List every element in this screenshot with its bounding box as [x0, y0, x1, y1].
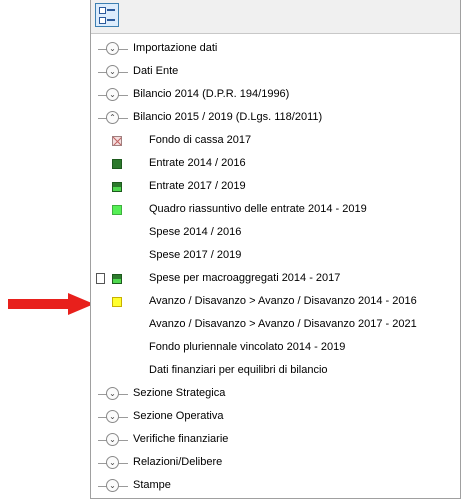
- dark-green-square-icon: [112, 159, 122, 169]
- chevron-down-icon[interactable]: ⌄: [98, 387, 128, 401]
- tree-item-avanzo-2014-2016[interactable]: Avanzo / Disavanzo > Avanzo / Disavanzo …: [91, 291, 460, 314]
- tree-section-verifiche-finanziarie[interactable]: ⌄ Verifiche finanziarie: [91, 429, 460, 452]
- item-label: Dati finanziari per equilibri di bilanci…: [149, 364, 328, 376]
- tree-item-fondo-pluriennale[interactable]: Fondo pluriennale vincolato 2014 - 2019: [91, 337, 460, 360]
- list-view-icon[interactable]: [95, 3, 119, 27]
- document-icon: [96, 273, 105, 284]
- item-label: Avanzo / Disavanzo > Avanzo / Disavanzo …: [149, 295, 417, 307]
- tree-section-stampe[interactable]: ⌄ Stampe: [91, 475, 460, 498]
- section-label: Bilancio 2014 (D.P.R. 194/1996): [133, 88, 290, 100]
- tree-item-entrate-2014-2016[interactable]: Entrate 2014 / 2016: [91, 153, 460, 176]
- tree-item-dati-finanziari[interactable]: Dati finanziari per equilibri di bilanci…: [91, 360, 460, 383]
- chevron-up-icon[interactable]: ⌃: [98, 111, 128, 125]
- tree-item-spese-2014-2016[interactable]: Spese 2014 / 2016: [91, 222, 460, 245]
- navigation-panel: ⌄ Importazione dati ⌄ Dati Ente ⌄ Bilanc…: [90, 0, 461, 499]
- tree-section-bilancio-2015[interactable]: ⌃ Bilancio 2015 / 2019 (D.Lgs. 118/2011): [91, 107, 460, 130]
- item-label: Entrate 2017 / 2019: [149, 180, 246, 192]
- section-label: Importazione dati: [133, 42, 218, 54]
- section-label: Stampe: [133, 479, 171, 491]
- chevron-down-icon[interactable]: ⌄: [98, 479, 128, 493]
- tree-section-dati-ente[interactable]: ⌄ Dati Ente: [91, 61, 460, 84]
- section-label: Sezione Operativa: [133, 410, 224, 422]
- chevron-down-icon[interactable]: ⌄: [98, 42, 128, 56]
- section-label: Dati Ente: [133, 65, 179, 77]
- half-green-square-icon: [112, 274, 122, 284]
- tree-section-bilancio-2014[interactable]: ⌄ Bilancio 2014 (D.P.R. 194/1996): [91, 84, 460, 107]
- tree-section-sezione-strategica[interactable]: ⌄ Sezione Strategica: [91, 383, 460, 406]
- half-green-square-icon: [112, 182, 122, 192]
- item-label: Fondo pluriennale vincolato 2014 - 2019: [149, 341, 346, 353]
- tree-item-quadro-riassuntivo[interactable]: Quadro riassuntivo delle entrate 2014 - …: [91, 199, 460, 222]
- toolbar: [91, 0, 460, 34]
- tree-item-avanzo-2017-2021[interactable]: Avanzo / Disavanzo > Avanzo / Disavanzo …: [91, 314, 460, 337]
- red-arrow-pointer: [8, 293, 94, 315]
- section-label: Verifiche finanziarie: [133, 433, 229, 445]
- section-label: Bilancio 2015 / 2019 (D.Lgs. 118/2011): [133, 111, 323, 123]
- chevron-down-icon[interactable]: ⌄: [98, 88, 128, 102]
- tree-item-spese-2017-2019[interactable]: Spese 2017 / 2019: [91, 245, 460, 268]
- chevron-down-icon[interactable]: ⌄: [98, 65, 128, 79]
- item-label: Entrate 2014 / 2016: [149, 157, 246, 169]
- item-label: Fondo di cassa 2017: [149, 134, 252, 146]
- item-label: Spese 2014 / 2016: [149, 226, 242, 238]
- item-label: Avanzo / Disavanzo > Avanzo / Disavanzo …: [149, 318, 417, 330]
- tree-section-relazioni-delibere[interactable]: ⌄ Relazioni/Delibere: [91, 452, 460, 475]
- section-label: Sezione Strategica: [133, 387, 226, 399]
- tree-section-sezione-operativa[interactable]: ⌄ Sezione Operativa: [91, 406, 460, 429]
- tree-section-importazione-dati[interactable]: ⌄ Importazione dati: [91, 38, 460, 61]
- section-label: Relazioni/Delibere: [133, 456, 223, 468]
- light-green-square-icon: [112, 205, 122, 215]
- item-label: Quadro riassuntivo delle entrate 2014 - …: [149, 203, 367, 215]
- tree-item-fondo-di-cassa[interactable]: Fondo di cassa 2017: [91, 130, 460, 153]
- chevron-down-icon[interactable]: ⌄: [98, 456, 128, 470]
- item-label: Spese per macroaggregati 2014 - 2017: [149, 272, 341, 284]
- tree-item-entrate-2017-2019[interactable]: Entrate 2017 / 2019: [91, 176, 460, 199]
- yellow-square-icon: [112, 297, 122, 307]
- item-label: Spese 2017 / 2019: [149, 249, 242, 261]
- cross-icon: [112, 136, 122, 146]
- chevron-down-icon[interactable]: ⌄: [98, 433, 128, 447]
- chevron-down-icon[interactable]: ⌄: [98, 410, 128, 424]
- tree-item-spese-macroaggregati[interactable]: Spese per macroaggregati 2014 - 2017: [91, 268, 460, 291]
